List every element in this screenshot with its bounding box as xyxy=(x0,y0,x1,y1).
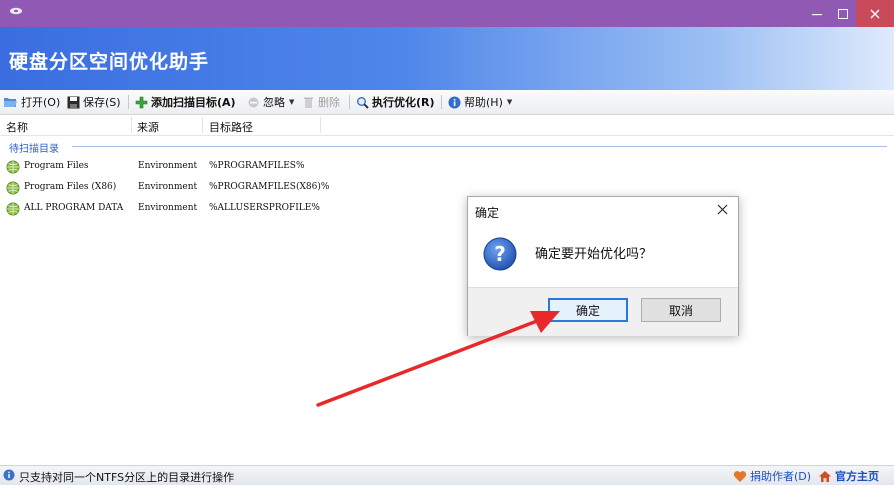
app-title: 硬盘分区空间优化助手 xyxy=(9,51,210,73)
globe-icon xyxy=(6,181,20,195)
minimize-button[interactable] xyxy=(804,0,830,27)
save-button[interactable]: 保存(S) xyxy=(67,94,121,110)
row-source: Environment xyxy=(138,203,198,213)
magnifier-icon xyxy=(357,96,369,109)
question-icon: ? xyxy=(483,237,517,271)
list-item[interactable]: Program Files (X86) Environment %PROGRAM… xyxy=(0,179,894,197)
cancel-button[interactable]: 取消 xyxy=(641,298,721,322)
column-header-path[interactable]: 目标路径 xyxy=(209,119,253,135)
toolbar-separator xyxy=(441,95,442,109)
optimize-button[interactable]: 执行优化(R) xyxy=(356,94,435,110)
add-target-label: 添加扫描目标(A) xyxy=(151,96,236,109)
help-label: 帮助(H) xyxy=(464,96,503,109)
header-banner: 硬盘分区空间优化助手 xyxy=(0,27,894,90)
globe-icon xyxy=(6,202,20,216)
save-label: 保存(S) xyxy=(83,96,121,109)
toolbar: 打开(O) 保存(S) 添加扫描目标(A) 忽略 ▼ 删除 执行优化(R) 帮助… xyxy=(0,90,894,115)
column-header-source[interactable]: 来源 xyxy=(137,119,159,135)
group-divider xyxy=(72,146,887,147)
home-icon xyxy=(819,470,831,482)
column-divider[interactable] xyxy=(131,117,132,133)
row-path: %PROGRAMFILES% xyxy=(209,161,305,171)
dialog-message: 确定要开始优化吗？ xyxy=(535,247,653,262)
window-close-button[interactable] xyxy=(856,0,894,27)
confirm-dialog: 确定 ? 确定要开始优化吗？ 确定 取消 xyxy=(467,196,739,336)
group-header[interactable]: 待扫描目录 xyxy=(9,140,59,155)
row-source: Environment xyxy=(138,182,198,192)
dialog-body: ? 确定要开始优化吗？ xyxy=(468,227,738,287)
minimize-icon xyxy=(812,13,822,15)
svg-text:?: ? xyxy=(494,242,506,266)
optimize-label: 执行优化(R) xyxy=(372,96,435,109)
maximize-icon xyxy=(838,8,848,19)
delete-button[interactable]: 删除 xyxy=(302,94,340,110)
folder-open-icon xyxy=(4,98,17,107)
row-name: Program Files xyxy=(24,161,89,171)
save-icon xyxy=(67,96,80,108)
ok-button[interactable]: 确定 xyxy=(548,298,628,322)
column-divider[interactable] xyxy=(202,117,203,133)
donate-link[interactable]: 捐助作者(D) xyxy=(733,468,811,484)
maximize-button[interactable] xyxy=(830,0,856,27)
globe-icon xyxy=(6,160,20,174)
row-source: Environment xyxy=(138,161,198,171)
info-icon xyxy=(448,96,461,108)
homepage-link[interactable]: 官方主页 xyxy=(818,468,879,484)
donate-label: 捐助作者(D) xyxy=(750,470,812,483)
list-item[interactable]: ALL PROGRAM DATA Environment %ALLUSERSPR… xyxy=(0,200,894,218)
delete-label: 删除 xyxy=(318,96,340,109)
add-icon xyxy=(135,96,148,108)
row-path: %ALLUSERSPROFILE% xyxy=(209,203,320,213)
open-label: 打开(O) xyxy=(21,96,61,109)
column-header-name[interactable]: 名称 xyxy=(6,119,28,135)
close-icon xyxy=(870,9,880,18)
app-icon xyxy=(10,7,22,15)
heart-icon xyxy=(733,470,747,482)
toolbar-separator xyxy=(128,95,129,109)
status-message: 只支持对同一个NTFS分区上的目录进行操作 xyxy=(19,471,235,484)
ignore-icon xyxy=(248,97,259,107)
chevron-down-icon: ▼ xyxy=(289,98,295,106)
list-item[interactable]: Program Files Environment %PROGRAMFILES% xyxy=(0,158,894,176)
window-titlebar[interactable] xyxy=(0,0,894,27)
status-bar: 只支持对同一个NTFS分区上的目录进行操作 捐助作者(D) 官方主页 xyxy=(0,465,894,485)
help-button[interactable]: 帮助(H) ▼ xyxy=(448,94,512,110)
ignore-label: 忽略 xyxy=(263,96,285,109)
row-name: ALL PROGRAM DATA xyxy=(24,203,124,213)
open-button[interactable]: 打开(O) xyxy=(3,94,60,110)
row-name: Program Files (X86) xyxy=(24,182,117,192)
add-target-button[interactable]: 添加扫描目标(A) xyxy=(135,94,236,110)
row-path: %PROGRAMFILES(X86)% xyxy=(209,182,330,192)
toolbar-separator xyxy=(349,95,350,109)
list-header: 名称 来源 目标路径 xyxy=(0,115,894,136)
homepage-label: 官方主页 xyxy=(835,470,879,483)
trash-icon xyxy=(304,97,313,108)
close-icon[interactable] xyxy=(717,204,728,215)
dialog-title: 确定 xyxy=(475,206,500,220)
ignore-button[interactable]: 忽略 ▼ xyxy=(247,94,294,110)
dialog-footer: 确定 取消 xyxy=(468,287,738,336)
chevron-down-icon: ▼ xyxy=(506,98,513,106)
info-icon xyxy=(3,469,15,481)
column-divider[interactable] xyxy=(320,117,321,133)
